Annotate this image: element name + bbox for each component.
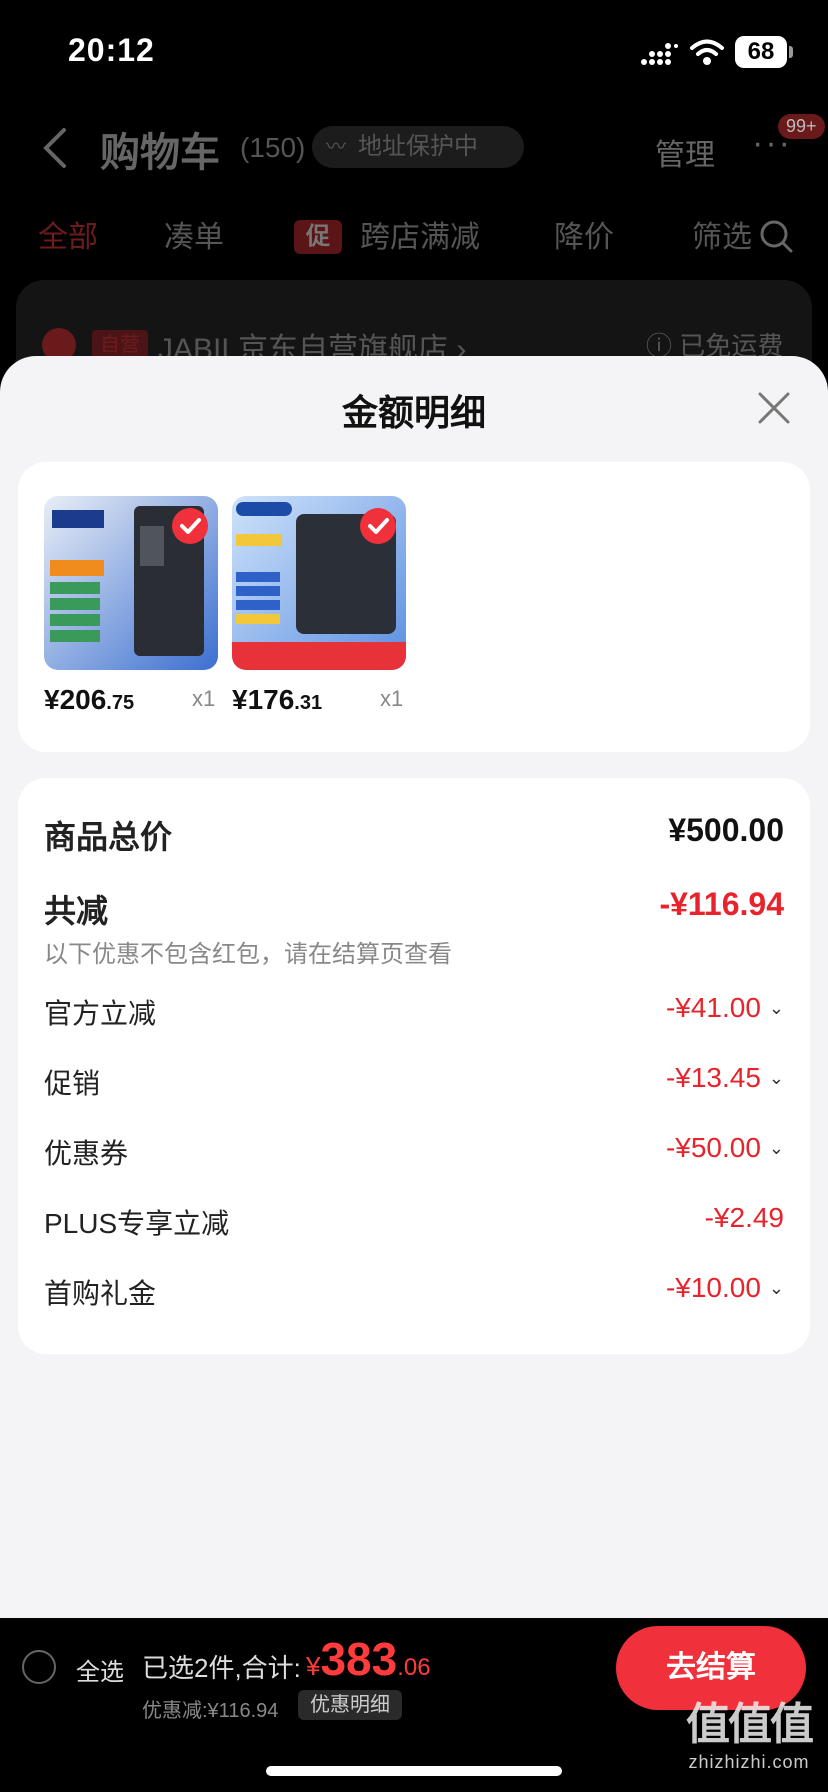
total-price: ¥383.06 [306,1633,431,1685]
selected-check-icon [172,508,208,544]
filter-tabs: 全部 凑单 促 跨店满减 降价 筛选 [0,212,828,262]
selected-summary: 已选2件,合计: [142,1653,301,1683]
page-title: 购物车 [100,131,220,175]
tab-all[interactable]: 全部 [38,212,98,256]
tab-bundle[interactable]: 凑单 [164,212,224,256]
chevron-down-icon: ⌄ [768,1068,784,1088]
discount-summary: 优惠减:¥116.94 [142,1700,279,1722]
total-value: ¥500.00 [668,812,784,848]
products-card: ¥206.75 x1 ¥176.31 x1 [18,462,810,752]
product-quantity: x1 [380,686,404,711]
product-quantity: x1 [192,686,216,711]
promo-tag: 促 [294,220,342,254]
tab-filter[interactable]: 筛选 [692,212,752,256]
price-detail-card: 商品总价 ¥500.00 共减 -¥116.94 以下优惠不包含红包，请在结算页… [18,778,810,1354]
sheet-title: 金额明细 [341,392,486,433]
select-all-label[interactable]: 全选 [76,1652,124,1687]
chevron-down-icon: ⌄ [768,1278,784,1298]
total-label: 商品总价 [44,819,173,855]
reduce-label: 共减 [44,893,109,929]
address-protection-pill[interactable]: 地址保护中 [312,126,524,168]
chevron-down-icon: ⌄ [768,998,784,1018]
manage-button[interactable]: 管理 [655,130,715,174]
discount-label-coupon: 优惠券 [44,1138,129,1169]
cart-count: (150) [240,132,306,163]
discount-row-coupon[interactable]: -¥50.00 ⌄ [666,1132,784,1164]
close-icon[interactable] [756,390,792,426]
tab-price-drop[interactable]: 降价 [554,212,614,256]
checkout-bar: 全选 已选2件,合计: ¥383.06 优惠减:¥116.94 优惠明细 去结算… [0,1618,828,1792]
product-image[interactable] [232,496,406,670]
home-indicator [266,1766,562,1776]
discount-label-official: 官方立减 [44,998,157,1029]
status-time: 20:12 [68,32,155,68]
selected-check-icon [360,508,396,544]
discount-label-plus: PLUS专享立减 [44,1208,230,1239]
wifi-icon [690,39,724,65]
cart-page-background: 购物车 (150) 地址保护中 管理 ··· 99+ 全部 凑单 促 跨店满减 … [0,100,828,440]
discount-row-official[interactable]: -¥41.00 ⌄ [666,992,784,1024]
product-image[interactable] [44,496,218,670]
select-all-checkbox[interactable] [22,1650,56,1684]
discount-label-first-buy: 首购礼金 [44,1278,157,1309]
product-price: ¥206.75 [44,684,135,715]
discount-row-promo[interactable]: -¥13.45 ⌄ [666,1062,784,1094]
amount-detail-sheet: 金额明细 ¥206.75 x1 ¥176.31 x1 商品总价 ¥500.00 … [0,356,828,1792]
back-arrow-icon[interactable] [40,126,70,170]
reduce-value: -¥116.94 [659,886,784,922]
chevron-down-icon: ⌄ [768,1138,784,1158]
message-badge: 99+ [778,114,825,139]
product-price: ¥176.31 [232,684,323,715]
discount-row-first-buy[interactable]: -¥10.00 ⌄ [666,1272,784,1304]
reduce-note: 以下优惠不包含红包，请在结算页查看 [44,941,452,968]
status-bar: 20:12 68 [0,0,828,100]
battery-indicator: 68 [735,36,793,68]
discount-value-plus: -¥2.49 [704,1202,784,1233]
watermark: 值值值 zhizhizhi.com [686,1700,814,1772]
tab-cross-store[interactable]: 跨店满减 [360,212,480,256]
search-icon[interactable] [758,218,794,254]
discount-detail-button[interactable]: 优惠明细 [298,1690,402,1720]
discount-label-promo: 促销 [44,1068,101,1099]
signal-icon [641,43,678,65]
